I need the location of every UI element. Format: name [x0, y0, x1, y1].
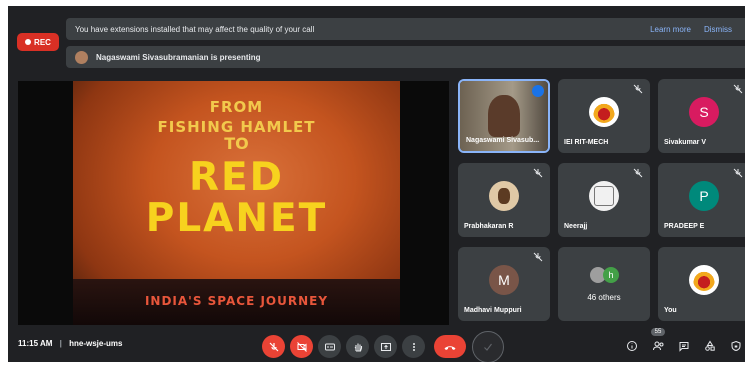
- mic-off-icon: [269, 342, 278, 351]
- participant-name: Sivakumar V: [664, 139, 707, 146]
- participant-name: Prabhakaran R: [464, 223, 514, 230]
- people-count-badge: 55: [651, 328, 665, 336]
- host-controls-button[interactable]: [727, 337, 745, 355]
- captions-button[interactable]: [318, 335, 341, 358]
- slide-line-3: TO: [224, 134, 249, 153]
- presenting-bar: Nagaswami Sivasubramanian is presenting: [66, 46, 745, 68]
- presentation-stage: FROM FISHING HAMLET TO RED PLANET INDIA'…: [18, 81, 449, 325]
- present-screen-icon: [380, 342, 391, 351]
- mic-off-icon: [533, 252, 543, 262]
- record-dot-icon: [25, 39, 32, 45]
- participant-logo-avatar: [689, 265, 719, 295]
- participant-tile-iei-rit-mech[interactable]: IEI RIT-MECH: [558, 79, 650, 153]
- present-now-button[interactable]: [374, 335, 397, 358]
- recording-label: REC: [34, 37, 51, 47]
- others-initial-avatar: h: [603, 267, 619, 283]
- participant-tile-madhavi[interactable]: M Madhavi Muppuri: [458, 247, 550, 321]
- shield-lock-icon: [731, 340, 741, 352]
- banner-message: You have extensions installed that may a…: [75, 24, 315, 34]
- participant-name: You: [664, 307, 677, 314]
- participant-initial-avatar: S: [689, 97, 719, 127]
- presenting-text: Nagaswami Sivasubramanian is presenting: [96, 52, 261, 62]
- participant-photo-avatar: [489, 181, 519, 211]
- participant-tile-you[interactable]: You: [658, 247, 745, 321]
- meeting-code[interactable]: hne-wsje-ums: [69, 339, 122, 348]
- slide-line-1: FROM: [209, 98, 264, 116]
- participant-name: PRADEEP E: [664, 223, 705, 230]
- participant-tile-neerajj[interactable]: Neerajj: [558, 163, 650, 237]
- participant-tile-others[interactable]: h 46 others: [558, 247, 650, 321]
- captions-icon: [324, 343, 335, 350]
- people-icon: [652, 341, 663, 351]
- chat-icon: [679, 342, 689, 352]
- participant-name: Nagaswami Sivasub...: [466, 137, 540, 144]
- participant-initial-avatar: P: [689, 181, 719, 211]
- extension-activity-button[interactable]: [472, 331, 504, 362]
- meet-window: REC You have extensions installed that m…: [8, 6, 745, 362]
- participant-tile-prabhakaran[interactable]: Prabhakaran R: [458, 163, 550, 237]
- more-options-button[interactable]: [402, 335, 425, 358]
- chat-button[interactable]: [675, 337, 693, 355]
- dismiss-button[interactable]: Dismiss: [704, 25, 732, 34]
- bottom-control-bar: 11:15 AM | hne-wsje-ums 55: [8, 326, 745, 362]
- activities-button[interactable]: [701, 337, 719, 355]
- mic-off-icon: [733, 84, 743, 94]
- book-cover-slide: FROM FISHING HAMLET TO RED PLANET INDIA'…: [73, 81, 400, 325]
- participant-sketch-avatar: [589, 181, 619, 211]
- participant-logo-avatar: [589, 97, 619, 127]
- recording-badge: REC: [17, 33, 59, 51]
- hand-icon: [354, 343, 362, 352]
- participant-tile-sivakumar[interactable]: S Sivakumar V: [658, 79, 745, 153]
- time-separator: |: [59, 339, 62, 348]
- mic-off-icon: [533, 168, 543, 178]
- mic-off-icon: [733, 168, 743, 178]
- slide-line-6: INDIA'S SPACE JOURNEY: [144, 294, 329, 308]
- meeting-details: 11:15 AM | hne-wsje-ums: [18, 339, 122, 348]
- info-icon: [627, 341, 637, 351]
- speaking-indicator-icon: [532, 85, 544, 97]
- raise-hand-button[interactable]: [346, 335, 369, 358]
- presenter-avatar: [75, 50, 88, 64]
- slide-line-4: RED: [188, 155, 285, 200]
- learn-more-link[interactable]: Learn more: [650, 25, 691, 34]
- more-vert-icon: [412, 342, 415, 351]
- mic-toggle-button[interactable]: [262, 335, 285, 358]
- presenter-figure: [488, 95, 520, 137]
- participant-name: Neerajj: [564, 223, 588, 230]
- mic-off-icon: [633, 84, 643, 94]
- camera-toggle-button[interactable]: [290, 335, 313, 358]
- leave-call-button[interactable]: [434, 335, 466, 358]
- activities-shapes-icon: [705, 340, 715, 351]
- hang-up-icon: [444, 345, 456, 350]
- participant-tile-presenter[interactable]: Nagaswami Sivasub...: [458, 79, 550, 153]
- participant-name: IEI RIT-MECH: [564, 139, 609, 146]
- extensions-warning-banner: You have extensions installed that may a…: [66, 18, 745, 40]
- participant-name: Madhavi Muppuri: [464, 307, 522, 314]
- people-button[interactable]: 55: [649, 328, 667, 355]
- slide-line-5: PLANET: [145, 196, 328, 241]
- participant-initial-avatar: M: [489, 265, 519, 295]
- others-count: 46 others: [587, 293, 621, 302]
- mic-off-icon: [633, 168, 643, 178]
- clock-time: 11:15 AM: [18, 339, 53, 348]
- meeting-info-button[interactable]: [623, 337, 641, 355]
- participant-tile-pradeep[interactable]: P PRADEEP E: [658, 163, 745, 237]
- camera-off-icon: [296, 341, 307, 352]
- checkmark-icon: [484, 343, 492, 351]
